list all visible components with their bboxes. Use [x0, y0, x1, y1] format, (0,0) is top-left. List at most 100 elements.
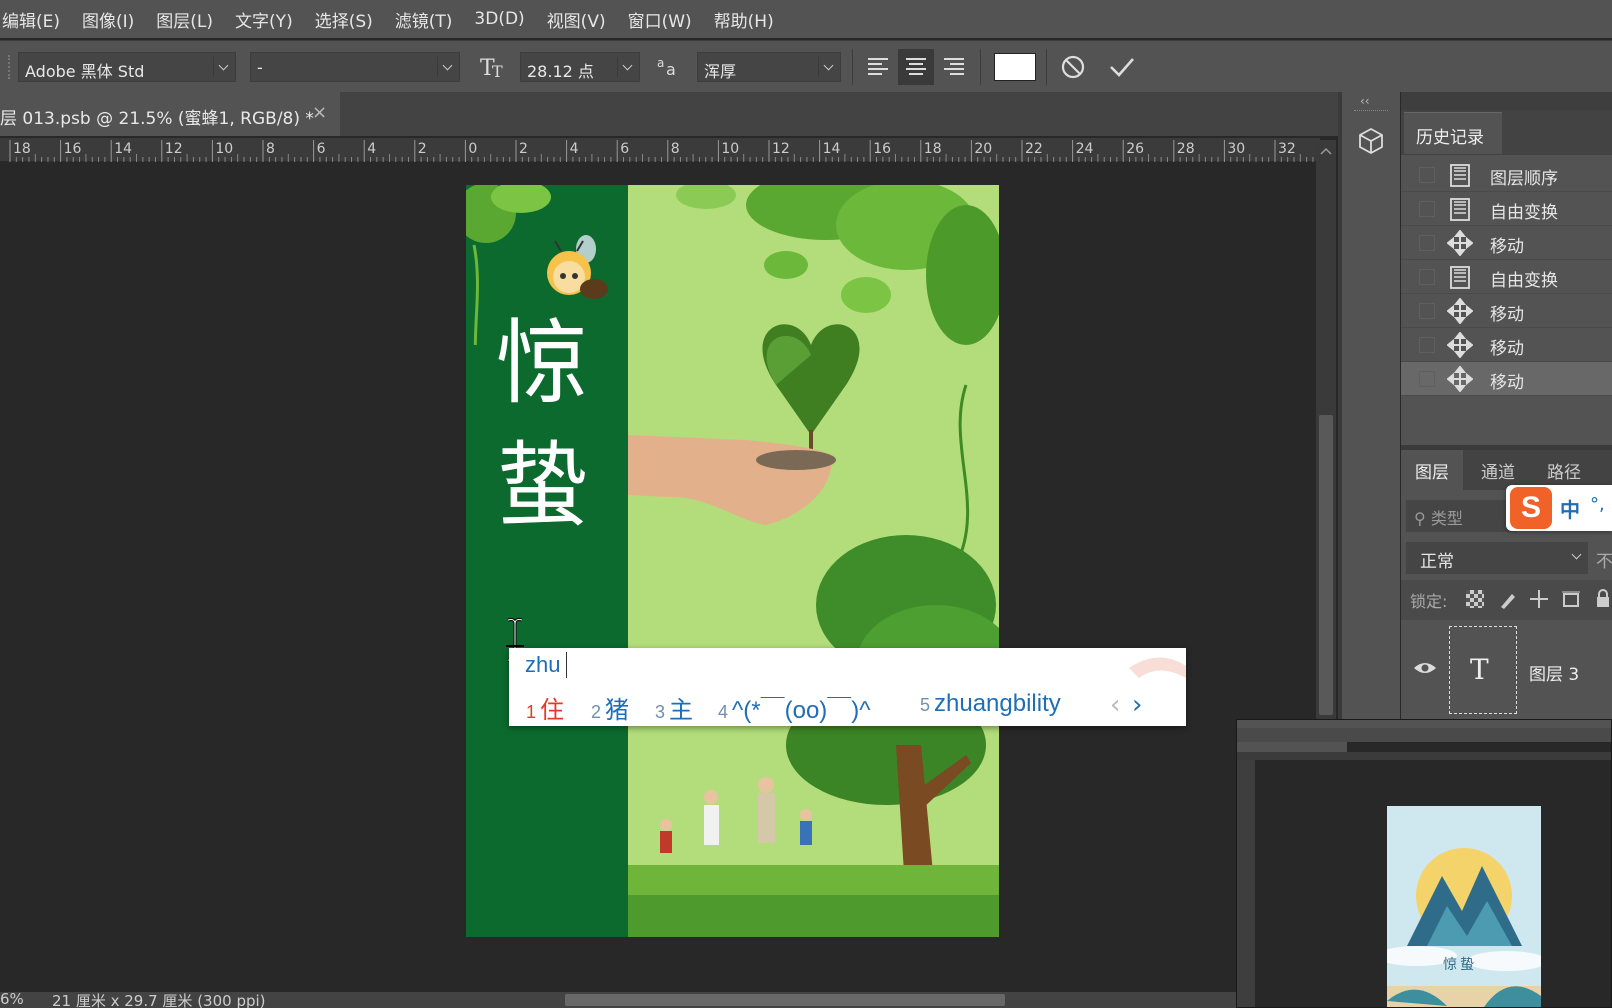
ime-candidate-3[interactable]: 3主	[655, 690, 693, 725]
ime-candidate-1[interactable]: 1住	[526, 690, 564, 725]
ruler-tick-label: 14	[823, 141, 841, 157]
history-snapshot-checkbox[interactable]	[1419, 235, 1435, 251]
ime-caret	[566, 652, 567, 678]
history-snapshot-checkbox[interactable]	[1419, 201, 1435, 217]
history-item[interactable]: 自由变换	[1401, 260, 1612, 294]
history-snapshot-checkbox[interactable]	[1419, 371, 1435, 387]
font-size-icon: TT	[478, 53, 508, 81]
document-tab-title: 层 013.psb @ 21.5% (蜜蜂1, RGB/8) *	[0, 109, 314, 129]
menu-3d[interactable]: 3D(D)	[463, 9, 535, 29]
horizontal-ruler[interactable]: 18 16 14 12 10 8 6 4 2 0 2 4 6 8 10 12 14 16 18 20 22 24 26 28 3…	[0, 138, 1320, 162]
font-style-select[interactable]: -	[250, 52, 460, 82]
chevron-down-icon	[437, 57, 455, 77]
document-size-info[interactable]: 21 厘米 x 29.7 厘米 (300 ppi)	[52, 992, 266, 1008]
align-center-icon	[906, 58, 926, 75]
sogou-mode-label[interactable]: 中	[1560, 494, 1580, 523]
history-item[interactable]: 自由变换	[1401, 192, 1612, 226]
menu-window[interactable]: 窗口(W)	[617, 7, 703, 32]
ime-candidate-4[interactable]: 4 ^(*￣(oo)￣)^	[718, 690, 871, 725]
grip-handle[interactable]	[8, 55, 10, 79]
ime-next-page-button[interactable]: ›	[1132, 690, 1142, 720]
ime-prev-page-button[interactable]: ‹	[1110, 690, 1120, 720]
history-snapshot-checkbox[interactable]	[1419, 167, 1435, 183]
menu-type[interactable]: 文字(Y)	[224, 7, 304, 32]
ruler-tick-label: 32	[1278, 141, 1296, 157]
history-panel-footer	[1401, 405, 1612, 445]
menu-select[interactable]: 选择(S)	[304, 7, 384, 32]
eye-icon[interactable]	[1413, 660, 1437, 676]
align-left-button[interactable]	[860, 49, 896, 85]
lock-artboard-icon[interactable]	[1560, 588, 1582, 610]
font-family-select[interactable]: Adobe 黑体 Std	[18, 52, 236, 82]
commit-edit-button[interactable]	[1104, 49, 1140, 85]
history-tab-label: 历史记录	[1416, 128, 1484, 148]
ruler-tick-label: 14	[114, 141, 132, 157]
font-size-select[interactable]: 28.12 点	[520, 52, 640, 82]
ruler-tick-label: 22	[1025, 141, 1043, 157]
ime-candidate-2[interactable]: 2猪	[591, 690, 629, 725]
menu-view[interactable]: 视图(V)	[536, 7, 617, 32]
document-tab[interactable]: 层 013.psb @ 21.5% (蜜蜂1, RGB/8) * ×	[0, 92, 340, 136]
mini-ruler	[1237, 752, 1611, 760]
lock-transparent-pixels-icon[interactable]	[1466, 590, 1484, 608]
layer-filter-field[interactable]: ⚲ 类型	[1406, 500, 1516, 532]
layer-row-layer3[interactable]: T 图层 3	[1401, 622, 1612, 718]
ruler-tick-label: 16	[64, 141, 82, 157]
ime-candidate-num: 1	[526, 702, 537, 722]
mini-menu-bar	[1237, 720, 1611, 728]
svg-text:T: T	[492, 62, 503, 81]
tab-layers[interactable]: 图层	[1401, 450, 1463, 490]
align-right-button[interactable]	[936, 49, 972, 85]
blend-mode-value: 正常	[1420, 552, 1454, 572]
text-layer-icon: T	[1470, 653, 1489, 686]
sogou-ime-toolbar[interactable]: S 中 °,	[1506, 485, 1612, 531]
tab-channels[interactable]: 通道	[1467, 450, 1529, 490]
ruler-tick-label: 12	[772, 141, 790, 157]
history-snapshot-checkbox[interactable]	[1419, 269, 1435, 285]
lock-image-pixels-icon[interactable]	[1498, 588, 1518, 610]
close-icon[interactable]: ×	[312, 102, 327, 123]
menu-image[interactable]: 图像(I)	[71, 7, 145, 32]
menu-edit[interactable]: 编辑(E)	[0, 7, 71, 32]
3d-cube-icon[interactable]	[1356, 126, 1386, 156]
ime-candidate-5[interactable]: 5 zhuangbility	[920, 690, 1061, 718]
history-snapshot-checkbox[interactable]	[1419, 337, 1435, 353]
sogou-punct-label[interactable]: °,	[1590, 494, 1605, 515]
text-color-swatch[interactable]	[994, 53, 1036, 81]
ruler-tick-label: 2	[418, 141, 427, 157]
history-item[interactable]: 移动	[1401, 294, 1612, 328]
history-item-label: 自由变换	[1490, 203, 1558, 223]
layer-name[interactable]: 图层 3	[1529, 660, 1579, 685]
history-item[interactable]: 移动	[1401, 362, 1612, 396]
menu-filter[interactable]: 滤镜(T)	[384, 7, 464, 32]
scroll-up-icon[interactable]	[1316, 140, 1336, 162]
history-item[interactable]: 移动	[1401, 328, 1612, 362]
history-item[interactable]: 移动	[1401, 226, 1612, 260]
history-tab[interactable]: 历史记录	[1404, 112, 1502, 154]
ruler-tick-label: 20	[974, 141, 992, 157]
sogou-logo-icon: S	[1510, 487, 1552, 529]
cancel-edit-button[interactable]	[1055, 49, 1091, 85]
chevron-down-icon	[818, 57, 836, 77]
poster-title-char-1[interactable]: 惊	[496, 318, 588, 410]
align-center-button[interactable]	[898, 49, 934, 85]
mini-poster-illustration	[1387, 848, 1541, 1007]
secondary-photoshop-window[interactable]: 惊蛰	[1236, 719, 1612, 1008]
tab-paths[interactable]: 路径	[1533, 450, 1595, 490]
ime-candidate-num: 5	[920, 695, 931, 715]
grip-handle[interactable]	[1354, 110, 1388, 114]
poster-title-char-2[interactable]: 蛰	[496, 440, 588, 532]
lock-all-icon[interactable]	[1594, 588, 1612, 610]
history-item[interactable]: 图层顺序	[1401, 158, 1612, 192]
history-snapshot-checkbox[interactable]	[1419, 303, 1435, 319]
lock-position-icon[interactable]	[1528, 588, 1550, 610]
zoom-level[interactable]: 6%	[0, 992, 24, 1008]
vertical-scroll-thumb[interactable]	[1319, 415, 1333, 715]
ruler-tick-label: 6	[620, 141, 629, 157]
horizontal-scroll-thumb[interactable]	[565, 994, 1005, 1006]
menu-layer[interactable]: 图层(L)	[145, 7, 224, 32]
antialias-select[interactable]: 浑厚	[697, 52, 841, 82]
menu-help[interactable]: 帮助(H)	[703, 7, 785, 32]
blend-mode-select[interactable]: 正常	[1406, 542, 1588, 574]
collapse-panels-icon[interactable]: ‹‹	[1360, 94, 1370, 108]
